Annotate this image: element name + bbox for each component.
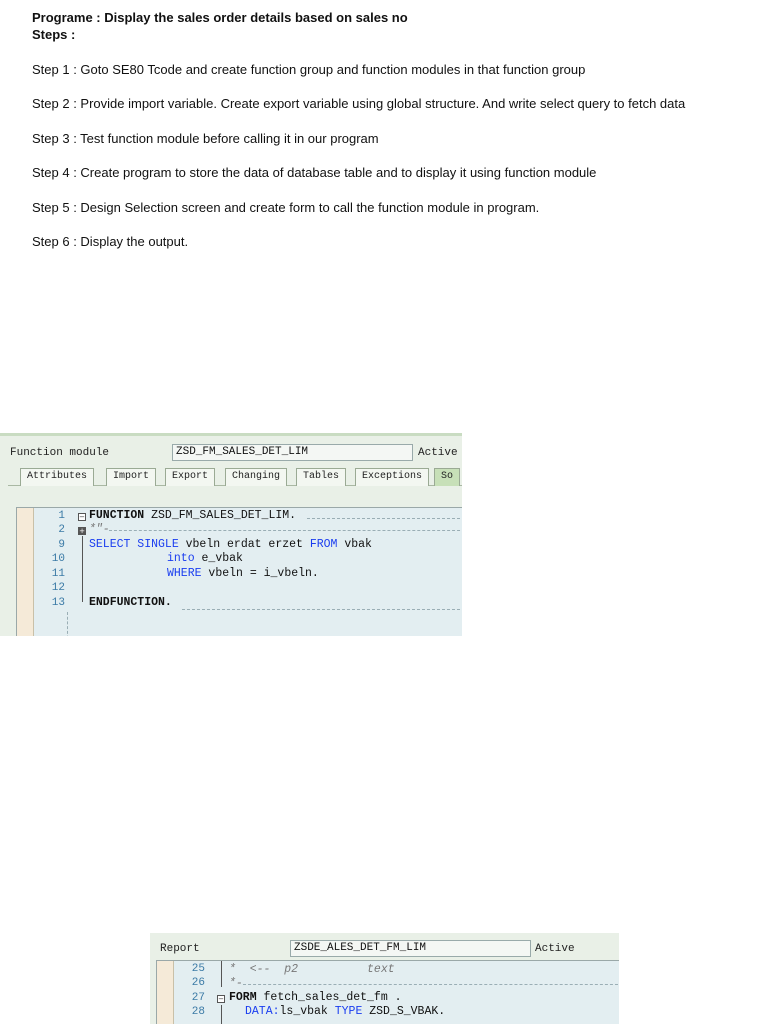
code-text: e_vbak xyxy=(194,552,243,565)
code-line-1: FUNCTION ZSD_FM_SALES_DET_LIM. xyxy=(89,509,296,522)
fold-line xyxy=(221,1005,222,1024)
line-number: 12 xyxy=(51,582,65,594)
line-number: 27 xyxy=(191,992,205,1004)
collapse-icon: − xyxy=(217,995,225,1003)
divider xyxy=(109,530,462,531)
line-number: 26 xyxy=(191,977,205,989)
tab-import: Import xyxy=(106,468,157,486)
code-line-10: into e_vbak xyxy=(167,552,243,565)
editor-gutter xyxy=(157,961,174,1024)
tab-source-code: So xyxy=(434,468,461,486)
function-module-screenshot: Function module ZSD_FM_SALES_DET_LIM Act… xyxy=(0,433,462,636)
line-number: 10 xyxy=(51,553,65,565)
keyword: TYPE xyxy=(334,1005,363,1018)
code-editor: 25 26 27 28 * <-- p2 text *- − FORM fetc… xyxy=(156,960,619,1024)
code-text: fetch_sales_det_fm . xyxy=(256,991,402,1004)
step-2: Step 2 : Provide import variable. Create… xyxy=(32,96,686,111)
line-number: 2 xyxy=(58,524,65,536)
divider xyxy=(182,609,462,610)
object-name-field: ZSD_FM_SALES_DET_LIM xyxy=(172,444,413,461)
step-4: Step 4 : Create program to store the dat… xyxy=(32,165,597,180)
code-text: vbeln = i_vbeln. xyxy=(201,567,319,580)
code-text: ls_vbak xyxy=(279,1005,335,1018)
divider xyxy=(307,518,462,519)
keyword: FROM xyxy=(309,538,338,551)
keyword: into xyxy=(167,552,195,565)
step-3: Step 3 : Test function module before cal… xyxy=(32,131,379,146)
code-line-26: *- xyxy=(229,977,243,990)
tab-attributes: Attributes xyxy=(20,468,95,486)
line-number: 9 xyxy=(58,539,65,551)
line-number: 11 xyxy=(51,568,65,580)
code-line-9: SELECT SINGLE vbeln erdat erzet FROM vba… xyxy=(89,538,372,551)
step-6: Step 6 : Display the output. xyxy=(32,234,189,249)
editor-gutter xyxy=(17,508,34,636)
keyword: SELECT SINGLE xyxy=(89,538,179,551)
code-line-28: DATA:ls_vbak TYPE ZSD_S_VBAK. xyxy=(245,1005,445,1018)
divider xyxy=(243,984,619,985)
line-number: 1 xyxy=(58,510,65,522)
code-line-2: *"- xyxy=(89,523,110,536)
code-editor: 1 2 9 10 11 12 13 − + FUNCTION ZSD_FM_SA… xyxy=(16,507,462,636)
keyword: DATA: xyxy=(245,1005,280,1018)
line-number: 28 xyxy=(191,1006,205,1018)
step-1: Step 1 : Goto SE80 Tcode and create func… xyxy=(32,62,586,77)
object-type-label: Report xyxy=(160,943,200,955)
report-screenshot: Report ZSDE_ALES_DET_FM_LIM Active 25 26… xyxy=(150,933,619,1024)
keyword: FUNCTION xyxy=(89,509,145,522)
keyword: WHERE xyxy=(167,567,202,580)
indent-guide xyxy=(67,612,68,636)
fold-line xyxy=(82,536,83,602)
tab-tables: Tables xyxy=(296,468,347,486)
keyword: FORM xyxy=(229,991,257,1004)
step-5: Step 5 : Design Selection screen and cre… xyxy=(32,200,540,215)
tab-strip: Attributes Import Export Changing Tables… xyxy=(8,466,462,486)
expand-icon: + xyxy=(78,527,86,535)
code-line-25: * <-- p2 text xyxy=(229,963,395,976)
program-title: Programe : Display the sales order detai… xyxy=(32,10,408,25)
document-header: Programe : Display the sales order detai… xyxy=(32,9,752,43)
object-name-field: ZSDE_ALES_DET_FM_LIM xyxy=(290,940,531,957)
tab-exceptions: Exceptions xyxy=(355,468,430,486)
tab-changing: Changing xyxy=(225,468,288,486)
keyword: ENDFUNCTION. xyxy=(89,596,172,609)
line-number: 25 xyxy=(191,963,205,975)
code-line-13: ENDFUNCTION. xyxy=(89,596,172,609)
code-text: ZSD_FM_SALES_DET_LIM. xyxy=(144,509,297,522)
code-text: vbak xyxy=(337,538,372,551)
code-text: vbeln erdat erzet xyxy=(178,538,310,551)
line-number: 13 xyxy=(51,597,65,609)
status-label: Active xyxy=(418,447,458,459)
steps-heading: Steps : xyxy=(32,27,76,42)
collapse-icon: − xyxy=(78,513,86,521)
fold-line xyxy=(221,961,222,987)
object-type-label: Function module xyxy=(10,447,110,459)
code-line-11: WHERE vbeln = i_vbeln. xyxy=(167,567,319,580)
code-text: ZSD_S_VBAK. xyxy=(362,1005,446,1018)
tab-export: Export xyxy=(165,468,216,486)
code-line-27: FORM fetch_sales_det_fm . xyxy=(229,991,402,1004)
status-label: Active xyxy=(535,943,575,955)
